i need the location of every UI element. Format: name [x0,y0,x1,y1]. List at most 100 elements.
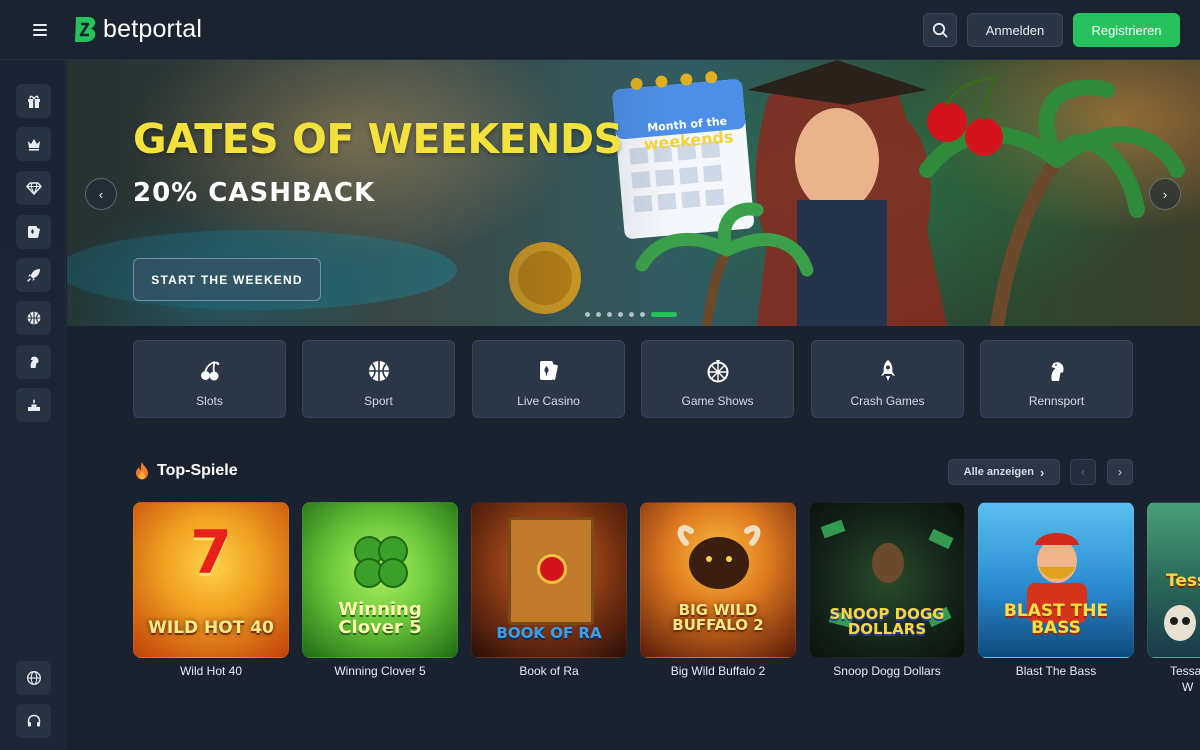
game-thumbnail[interactable]: BIG WILD BUFFALO 2 [640,502,796,658]
cherries-icon [201,361,220,381]
game-name: Big Wild Buffalo 2 [670,664,766,678]
playing-card-icon [540,361,558,380]
game-art-text: SNOOP DOGG DOLLARS [829,605,945,638]
banner-pagination [585,312,677,317]
diamond-icon [25,182,42,196]
game-tile[interactable]: SNOOP DOGG DOLLARS Snoop Dogg Dollars [809,502,965,678]
category-slots[interactable]: Slots [133,340,286,418]
wheel-icon [707,360,729,383]
game-name: Winning Clover 5 [334,664,426,678]
live-casino-icon [27,226,40,238]
game-thumbnail[interactable]: SNOOP DOGG DOLLARS [809,502,965,658]
menu-icon[interactable] [30,22,50,38]
brand-name: betportal [103,15,203,43]
globe-icon [26,671,41,685]
start-weekend-button[interactable]: START THE WEEKEND [133,258,321,301]
book-cover [508,517,594,625]
category-sport[interactable]: Sport [302,340,455,418]
see-all-button[interactable]: Alle anzeigen › [948,459,1060,485]
brand-logo[interactable]: betportal [73,15,202,43]
skull-icon [1164,605,1196,641]
category-label: Game Shows [681,394,754,408]
category-crash-games[interactable]: Crash Games [811,340,964,418]
game-art-text: BLAST THE BASS [1003,601,1109,638]
sidebar-item-crash-games[interactable] [16,258,51,292]
banner-title: GATES OF WEEKENDS [133,115,623,163]
banner-next-button[interactable]: › [1149,178,1181,210]
category-live-casino[interactable]: Live Casino [472,340,625,418]
game-art-text: BOOK OF RA [496,624,602,642]
game-name: Blast The Bass [1015,664,1097,678]
see-all-label: Alle anzeigen [963,466,1034,478]
game-thumbnail[interactable]: 7 WILD HOT 40 [133,502,289,658]
sidebar [0,60,66,750]
register-button[interactable]: Registrieren [1073,13,1180,47]
sidebar-item-support[interactable] [16,704,51,738]
gift-icon [27,95,40,108]
category-racing[interactable]: Rennsport [980,340,1133,418]
game-name-line-2: W [1182,680,1194,694]
game-thumbnail[interactable]: BOOK OF RA [471,502,627,658]
chevron-right-icon: › [1162,186,1168,202]
buffalo-icon [677,525,761,589]
category-label: Sport [364,394,393,408]
game-tile[interactable]: BLAST THE BASS Blast The Bass [978,502,1134,678]
game-name: Tessa [1170,664,1200,678]
search-icon [932,22,948,38]
rocket-icon [26,269,40,282]
pagination-dot[interactable] [651,312,677,317]
category-game-shows[interactable]: Game Shows [641,340,794,418]
games-prev-button[interactable]: ‹ [1070,459,1096,485]
top-header: betportal Anmelden Registrieren [0,0,1200,60]
banner-prev-button[interactable]: ‹ [85,178,117,210]
category-label: Live Casino [517,394,580,408]
game-art-text: BIG WILD BUFFALO 2 [672,601,764,634]
game-tile[interactable]: Winning Clover 5 Winning Clover 5 [302,502,458,678]
chevron-left-icon: ‹ [1081,465,1085,479]
sidebar-item-vip[interactable] [16,127,51,161]
fire-icon [136,462,148,480]
game-thumbnail[interactable]: Tess [1147,502,1200,658]
horse-icon [30,356,38,368]
pagination-dot[interactable] [618,312,623,317]
game-tile[interactable]: BOOK OF RA Book of Ra [471,502,627,678]
sidebar-item-language[interactable] [16,661,51,695]
game-tile[interactable]: Tess Tessa W [1147,502,1200,694]
login-button[interactable]: Anmelden [967,13,1063,47]
pagination-dot[interactable] [585,312,590,317]
sidebar-item-leaderboard[interactable] [16,388,51,422]
game-name: Snoop Dogg Dollars [833,664,941,678]
sidebar-item-live-casino[interactable] [16,215,51,249]
search-button[interactable] [923,13,957,47]
game-name: Wild Hot 40 [179,664,243,678]
game-name: Book of Ra [519,664,579,678]
betportal-logo-icon [75,16,96,42]
game-thumbnail[interactable]: Winning Clover 5 [302,502,458,658]
hero-banner[interactable]: Month of the weekends GATES OF WEEKENDS … [67,60,1200,326]
game-thumbnail[interactable]: BLAST THE BASS [978,502,1134,658]
rocket-icon [881,360,895,381]
game-art-text: WILD HOT 40 [148,618,274,638]
crown-icon [27,139,40,151]
chevron-right-icon: › [1039,464,1045,480]
category-label: Slots [196,394,223,408]
basketball-icon [369,361,389,381]
sidebar-item-racing[interactable] [16,345,51,379]
chevron-left-icon: ‹ [98,186,104,202]
pagination-dot[interactable] [640,312,645,317]
sidebar-item-sport[interactable] [16,301,51,335]
chevron-right-icon: › [1118,465,1122,479]
section-title: Top-Spiele [157,462,238,479]
banner-subtitle: 20% CASHBACK [133,178,376,208]
pagination-dot[interactable] [629,312,634,317]
pagination-dot[interactable] [596,312,601,317]
pagination-dot[interactable] [607,312,612,317]
games-next-button[interactable]: › [1107,459,1133,485]
game-tile[interactable]: BIG WILD BUFFALO 2 Big Wild Buffalo 2 [640,502,796,678]
podium-icon [27,399,40,411]
game-art-text: Winning Clover 5 [338,599,422,638]
sidebar-item-promotions[interactable] [16,84,51,118]
sidebar-item-jackpots[interactable] [16,171,51,205]
category-label: Rennsport [1028,394,1085,408]
game-tile[interactable]: 7 WILD HOT 40 Wild Hot 40 [133,502,289,678]
